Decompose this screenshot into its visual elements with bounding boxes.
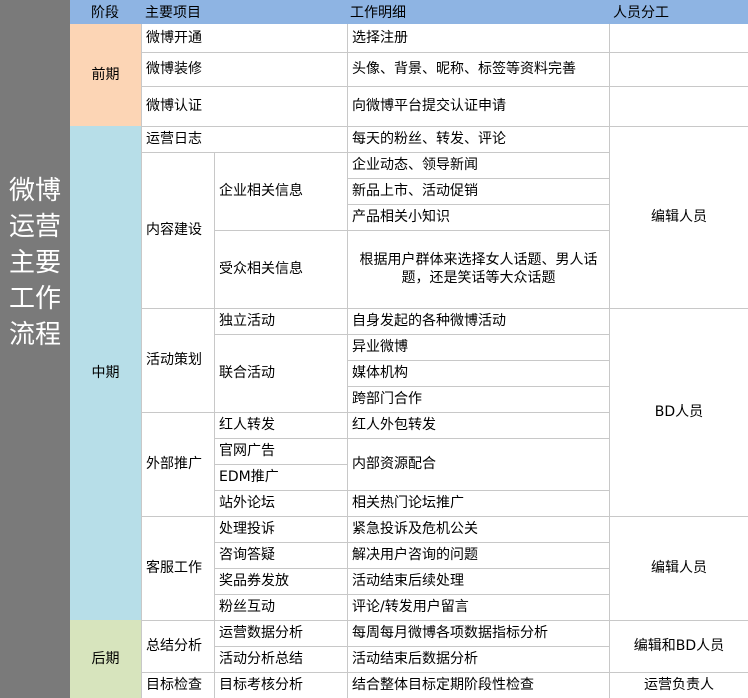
- header-stage: 阶段: [91, 5, 119, 21]
- sub-kpi-analysis: 目标考核分析: [219, 677, 303, 693]
- staff-editor-content: 编辑人员: [651, 209, 707, 225]
- project-summary: 总结分析: [146, 638, 202, 654]
- header-detail: 工作明细: [350, 5, 406, 21]
- sub-audience-info: 受众相关信息: [219, 261, 303, 277]
- detail-tips: 产品相关小知识: [352, 209, 450, 225]
- detail-internal-resources: 内部资源配合: [352, 456, 436, 472]
- sub-official-ads: 官网广告: [219, 443, 275, 459]
- sub-activity-analysis: 活动分析总结: [219, 651, 303, 667]
- project-activity: 活动策划: [146, 352, 202, 368]
- staff-editor-service: 编辑人员: [651, 560, 707, 576]
- stage-early: 前期: [70, 24, 141, 126]
- sub-complaints: 处理投诉: [219, 521, 275, 537]
- detail-crisis: 紧急投诉及危机公关: [352, 521, 478, 537]
- project-service: 客服工作: [146, 560, 202, 576]
- detail-post-activity-data: 活动结束后数据分析: [352, 651, 478, 667]
- sub-independent: 独立活动: [219, 313, 275, 329]
- detail-new-products: 新品上市、活动促销: [352, 183, 478, 199]
- detail-profile: 头像、背景、昵称、标签等资料完善: [352, 61, 576, 77]
- stage-late: 后期: [70, 620, 141, 698]
- project-weibo-decor: 微博装修: [146, 61, 202, 77]
- detail-kol-outsource: 红人外包转发: [352, 417, 436, 433]
- sub-edm: EDM推广: [219, 469, 279, 485]
- detail-register: 选择注册: [352, 30, 408, 46]
- detail-monthly-metrics: 每周每月微博各项数据指标分析: [352, 625, 548, 641]
- detail-post-activity: 活动结束后续处理: [352, 573, 464, 589]
- project-weibo-verify: 微博认证: [146, 98, 202, 114]
- detail-comment-repost: 评论/转发用户留言: [352, 599, 469, 615]
- sub-kol-repost: 红人转发: [219, 417, 275, 433]
- header-project: 主要项目: [145, 5, 201, 21]
- detail-cross-weibo: 异业微博: [352, 339, 408, 355]
- staff-ops-lead: 运营负责人: [644, 677, 714, 693]
- sub-ops-analysis: 运营数据分析: [219, 625, 303, 641]
- detail-own-activity: 自身发起的各种微博活动: [352, 313, 506, 329]
- project-target: 目标检查: [146, 677, 202, 693]
- detail-stage-check: 结合整体目标定期阶段性检查: [352, 677, 534, 693]
- project-external: 外部推广: [146, 456, 202, 472]
- sub-consulting: 咨询答疑: [219, 547, 275, 563]
- detail-user-questions: 解决用户咨询的问题: [352, 547, 478, 563]
- detail-daily: 每天的粉丝、转发、评论: [352, 131, 506, 147]
- sub-fan-interaction: 粉丝互动: [219, 599, 275, 615]
- detail-media: 媒体机构: [352, 365, 408, 381]
- detail-audience-topics: 根据用户群体来选择女人话题、男人话题，还是笑话等大众话题: [359, 252, 598, 286]
- project-content: 内容建设: [146, 222, 202, 238]
- sub-company-info: 企业相关信息: [219, 183, 303, 199]
- detail-cross-dept: 跨部门合作: [352, 391, 422, 407]
- detail-forum-promo: 相关热门论坛推广: [352, 495, 464, 511]
- staff-editor-bd: 编辑和BD人员: [633, 638, 725, 654]
- detail-verify: 向微博平台提交认证申请: [352, 98, 506, 114]
- stage-middle: 中期: [70, 126, 141, 620]
- sub-prizes: 奖品券发放: [219, 573, 289, 589]
- project-weibo-open: 微博开通: [146, 30, 202, 46]
- project-ops-log: 运营日志: [146, 131, 202, 147]
- side-banner: 微博运营主要工作流程: [0, 0, 70, 698]
- sub-joint: 联合活动: [219, 365, 275, 381]
- detail-company-news: 企业动态、领导新闻: [352, 157, 478, 173]
- side-title: 微博运营主要工作流程: [8, 176, 61, 350]
- sub-forums: 站外论坛: [219, 495, 275, 511]
- header-staff: 人员分工: [613, 5, 669, 21]
- staff-bd: BD人员: [654, 404, 704, 420]
